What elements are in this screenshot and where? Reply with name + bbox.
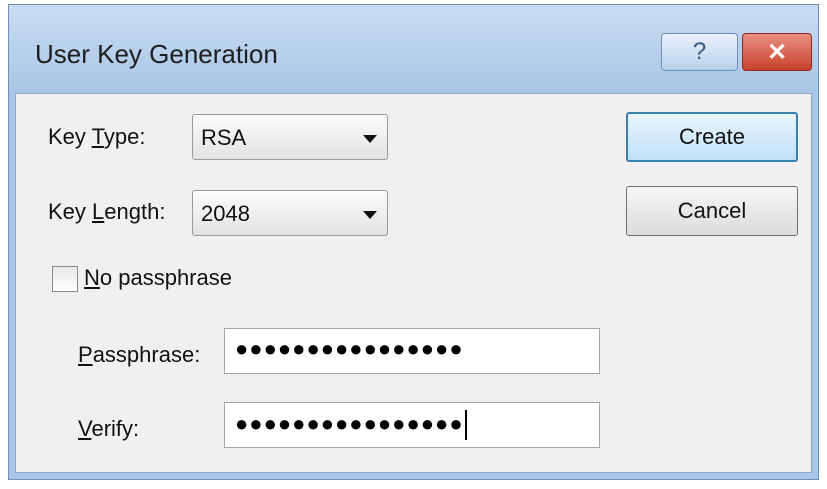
no-passphrase-label[interactable]: No passphrase	[84, 265, 232, 291]
text-caret	[464, 410, 467, 440]
chevron-down-icon	[363, 135, 377, 143]
cancel-button[interactable]: Cancel	[626, 186, 798, 236]
help-icon: ?	[692, 38, 707, 65]
key-length-select[interactable]: 2048	[192, 190, 388, 236]
no-passphrase-checkbox[interactable]	[52, 266, 78, 292]
title-bar[interactable]: User Key Generation ? ✕	[9, 5, 818, 93]
key-length-label: Key Length:	[48, 199, 166, 224]
passphrase-label: Passphrase:	[78, 342, 201, 367]
verify-label: Verify:	[78, 416, 140, 441]
close-button[interactable]: ✕	[742, 33, 812, 71]
dialog-title: User Key Generation	[35, 39, 278, 69]
key-generation-dialog: User Key Generation ? ✕ Key Type: RSA Ke…	[8, 4, 819, 480]
chevron-down-icon	[363, 211, 377, 219]
close-icon: ✕	[766, 38, 788, 66]
passphrase-value: ●●●●●●●●●●●●●●●●	[235, 336, 464, 361]
help-button[interactable]: ?	[661, 33, 738, 71]
dialog-body: Key Type: RSA Key Length: 2048 Create Ca…	[15, 93, 812, 473]
verify-field[interactable]: ●●●●●●●●●●●●●●●●	[224, 402, 600, 448]
create-button[interactable]: Create	[626, 112, 798, 162]
verify-value-wrap: ●●●●●●●●●●●●●●●●	[235, 410, 467, 440]
verify-value: ●●●●●●●●●●●●●●●●	[235, 410, 464, 436]
passphrase-field[interactable]: ●●●●●●●●●●●●●●●●	[224, 328, 600, 374]
key-type-label: Key Type:	[48, 124, 146, 149]
key-type-value: RSA	[201, 125, 247, 150]
key-length-value: 2048	[201, 201, 250, 226]
key-type-select[interactable]: RSA	[192, 114, 388, 160]
